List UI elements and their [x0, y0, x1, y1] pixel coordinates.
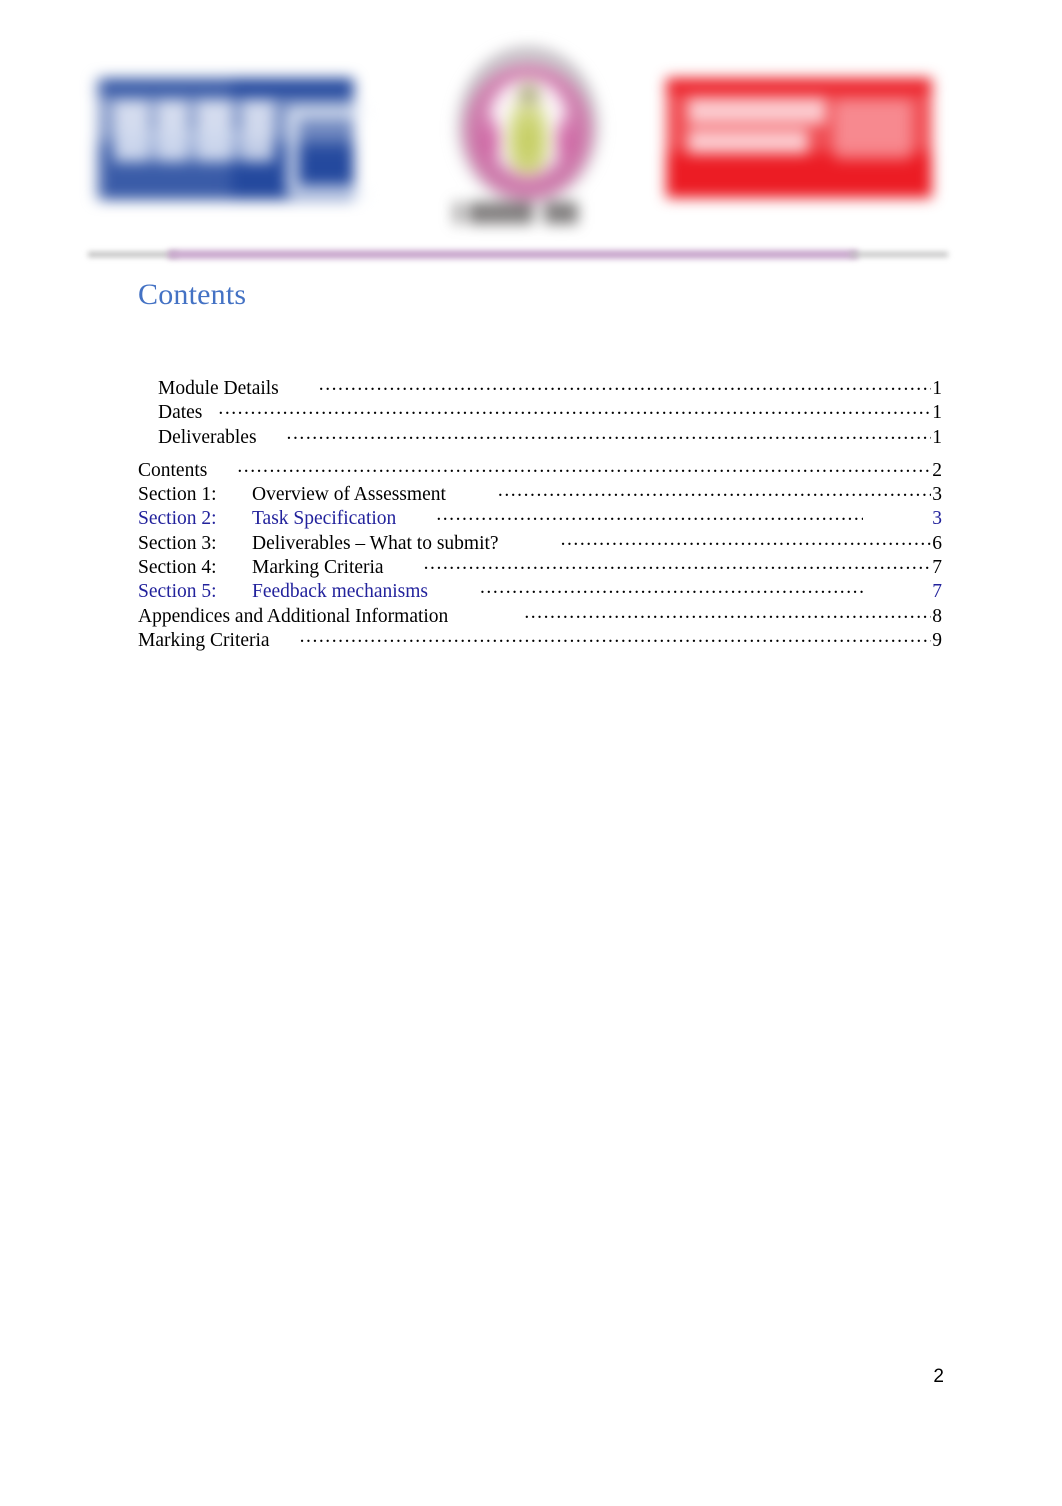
toc-entry: Dates 1 — [138, 400, 942, 424]
toc-entry-page-number: 8 — [932, 605, 942, 627]
toc-entry-section: Section 5: — [138, 581, 217, 603]
toc-entry-page-number: 6 — [932, 532, 942, 554]
toc-entry-dot-leader — [561, 531, 931, 549]
toc-entry-title[interactable]: Feedback mechanisms — [252, 580, 428, 603]
toc-entry: Section 3: Deliverables – What to submit?… — [138, 531, 942, 555]
right-logo-mark — [834, 100, 912, 160]
toc-entry-dot-leader — [218, 400, 931, 418]
toc-entry-page-number: 1 — [932, 426, 942, 448]
toc-entry-dot-leader — [424, 555, 931, 573]
university-of-bedfordshire-logo — [666, 78, 932, 198]
toc-entry-dot-leader — [319, 376, 931, 394]
toc-entry: Section 4: Marking Criteria 7 — [138, 555, 942, 579]
divider-left-segment — [88, 252, 178, 257]
toc-entry-page-number: 7 — [932, 557, 942, 579]
header-divider — [88, 247, 948, 263]
toc-entry-dot-leader — [480, 579, 863, 597]
table-of-contents: Module Details 1 Dates 1 Deliverables 1 Conten… — [138, 376, 942, 652]
toc-entry-section: Section 4: — [138, 557, 217, 579]
toc-entry-page-number: 3 — [932, 484, 942, 506]
toc-entry-dot-leader — [237, 458, 931, 476]
toc-entry-title: Contents — [138, 459, 208, 481]
crest-caption-text — [444, 202, 616, 224]
page-title: Contents — [138, 278, 247, 311]
toc-entry: Module Details 1 — [138, 376, 942, 400]
crest-top-emblem — [516, 80, 542, 108]
right-logo-wordmark-line1 — [688, 98, 826, 124]
toc-entry-section: Section 1: — [138, 484, 217, 506]
divider-right-segment — [850, 252, 948, 257]
ucbt-logo-mark — [286, 106, 368, 198]
toc-entry-title: Deliverables — [158, 426, 257, 448]
toc-entry-dot-leader — [287, 425, 931, 443]
toc-entry-section: Section 2: — [138, 508, 217, 530]
toc-entry-title: Deliverables – What to submit? — [252, 532, 499, 554]
ucbt-logo — [96, 78, 368, 200]
toc-entry-title: Marking Criteria — [138, 629, 270, 651]
toc-entry-dot-leader — [498, 482, 931, 500]
toc-entry-page-number[interactable]: 7 — [931, 580, 942, 603]
toc-entry[interactable]: Section 2: Task Specification 3 — [138, 506, 942, 530]
divider-center-segment — [168, 250, 858, 259]
toc-entry-title: Overview of Assessment — [252, 484, 446, 506]
toc-entry-title[interactable]: Task Specification — [252, 507, 396, 530]
toc-entry-title: Marking Criteria — [252, 557, 384, 579]
crest-right-flourish — [554, 114, 578, 166]
toc-entry-title: Appendices and Additional Information — [138, 605, 449, 627]
footer-page-number: 2 — [933, 1366, 944, 1387]
toc-entry-title: Module Details — [158, 378, 279, 399]
right-logo-wordmark-line2 — [688, 130, 808, 154]
toc-entry-page-number: 1 — [932, 378, 942, 399]
toc-entry: Appendices and Additional Information 8 — [138, 604, 942, 628]
toc-entry-dot-leader — [436, 506, 863, 524]
document-page: Contents Module Details1Dates1Deliverabl… — [0, 0, 1062, 1506]
toc-entry: Deliverables 1 — [138, 425, 942, 449]
toc-entry-dot-leader — [524, 604, 931, 622]
toc-entry-section: Section 3: — [138, 532, 217, 554]
toc-entry: Marking Criteria 9 — [138, 628, 942, 652]
toc-entry-dot-leader — [300, 628, 931, 646]
header-logo-band — [88, 40, 948, 240]
crest-left-flourish — [478, 114, 502, 166]
toc-entry[interactable]: Section 5: Feedback mechanisms 7 — [138, 579, 942, 603]
toc-entry: Contents 2 — [138, 458, 942, 482]
ucbt-logo-subtext — [114, 130, 246, 160]
toc-entry: Section 1: Overview of Assessment 3 — [138, 482, 942, 506]
university-crest-logo — [438, 40, 618, 240]
toc-entry-page-number: 2 — [932, 459, 942, 481]
toc-entry-page-number: 1 — [932, 402, 942, 424]
toc-entry-page-number[interactable]: 3 — [931, 507, 942, 530]
toc-entry-page-number: 9 — [932, 629, 942, 651]
toc-entry-title: Dates — [158, 402, 203, 424]
